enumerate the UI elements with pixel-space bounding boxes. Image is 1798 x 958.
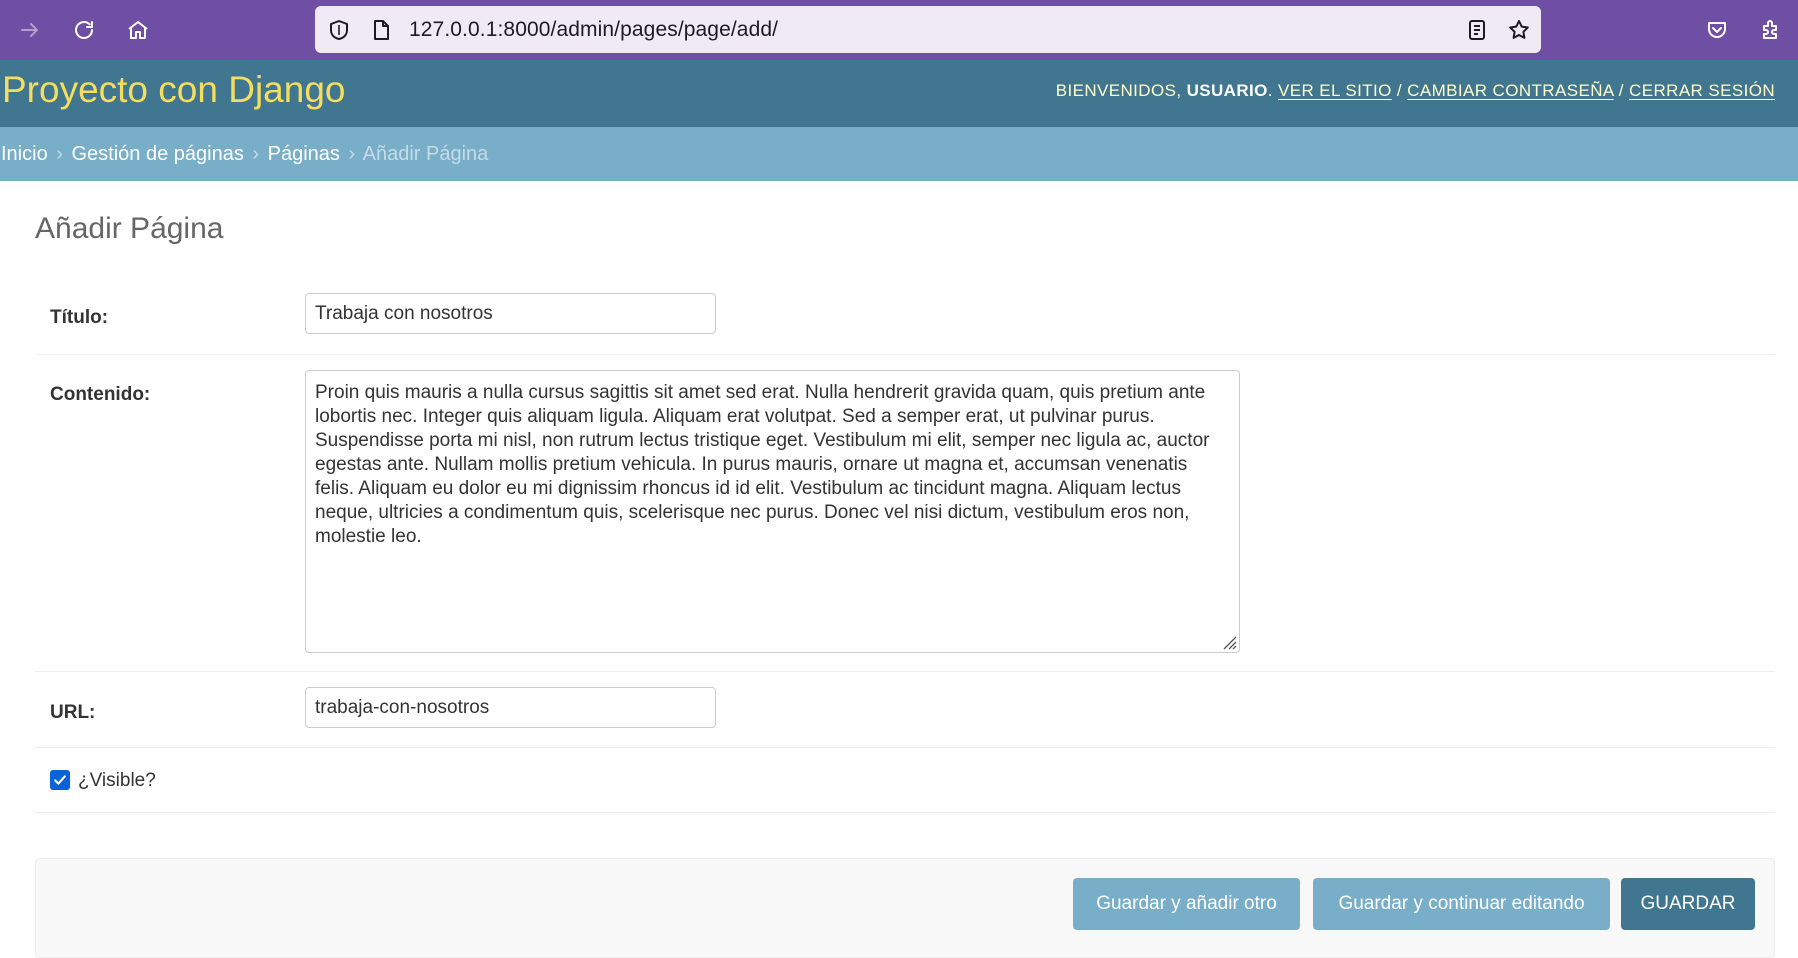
site-branding[interactable]: Proyecto con Django [2,69,345,111]
breadcrumb-separator: › [252,143,260,165]
save-button[interactable]: Guardar [1621,878,1755,930]
welcome-text: Bienvenidos, [1055,81,1182,100]
form-row-url: URL: trabaja-con-nosotros [35,672,1775,748]
browser-toolbar: 127.0.0.1:8000/admin/pages/page/add/ [0,0,1798,60]
form-row-contenido: Contenido: Proin quis mauris a nulla cur… [35,355,1775,672]
pocket-icon[interactable] [1699,12,1735,48]
breadcrumb: Inicio › Gestión de páginas › Páginas › … [0,127,1798,181]
logout-link[interactable]: Cerrar sesión [1629,81,1775,100]
view-site-link[interactable]: Ver el sitio [1278,81,1392,100]
breadcrumb-app[interactable]: Gestión de páginas [72,143,244,165]
user-tools: Bienvenidos, usuario. Ver el sitio / Cam… [1055,81,1775,100]
page-title: Añadir Página [35,212,224,245]
submit-row: Guardar y añadir otro Guardar y continua… [35,858,1775,958]
home-icon[interactable] [120,12,156,48]
contenido-textarea[interactable]: Proin quis mauris a nulla cursus sagitti… [305,370,1240,653]
breadcrumb-separator: › [56,143,63,165]
checkmark-icon [54,775,66,785]
separator: / [1396,81,1403,100]
form-row-visible: ¿Visible? [35,748,1775,813]
forward-arrow-icon[interactable] [12,12,48,48]
visible-checkbox[interactable] [50,770,70,790]
save-continue-button[interactable]: Guardar y continuar editando [1313,878,1610,930]
reader-view-icon[interactable] [1465,18,1489,42]
titulo-label: Título: [50,307,109,328]
admin-header: Proyecto con Django Bienvenidos, usuario… [0,60,1798,127]
breadcrumb-model[interactable]: Páginas [268,143,340,165]
breadcrumb-home[interactable]: Inicio [1,143,48,165]
change-password-link[interactable]: Cambiar contraseña [1407,81,1614,100]
form-row-titulo: Título: Trabaja con nosotros [35,279,1775,355]
contenido-text: Proin quis mauris a nulla cursus sagitti… [315,382,1210,547]
page-icon [369,18,393,42]
bookmark-star-icon[interactable] [1507,18,1531,42]
breadcrumb-current: Añadir Página [362,143,489,165]
separator: / [1618,81,1624,100]
visible-label: ¿Visible? [78,770,156,791]
reload-icon[interactable] [66,12,102,48]
resize-grip-icon[interactable] [1219,632,1237,650]
url-text: 127.0.0.1:8000/admin/pages/page/add/ [409,18,779,41]
extensions-icon[interactable] [1753,12,1789,48]
titulo-input[interactable]: Trabaja con nosotros [305,293,716,334]
shield-icon[interactable] [327,18,351,42]
breadcrumb-separator: › [348,143,356,165]
save-add-another-button[interactable]: Guardar y añadir otro [1073,878,1300,930]
username: usuario [1186,81,1268,100]
url-input[interactable]: trabaja-con-nosotros [305,687,716,728]
address-bar[interactable]: 127.0.0.1:8000/admin/pages/page/add/ [315,6,1541,53]
url-label: URL: [50,702,96,723]
contenido-label: Contenido: [50,384,151,405]
